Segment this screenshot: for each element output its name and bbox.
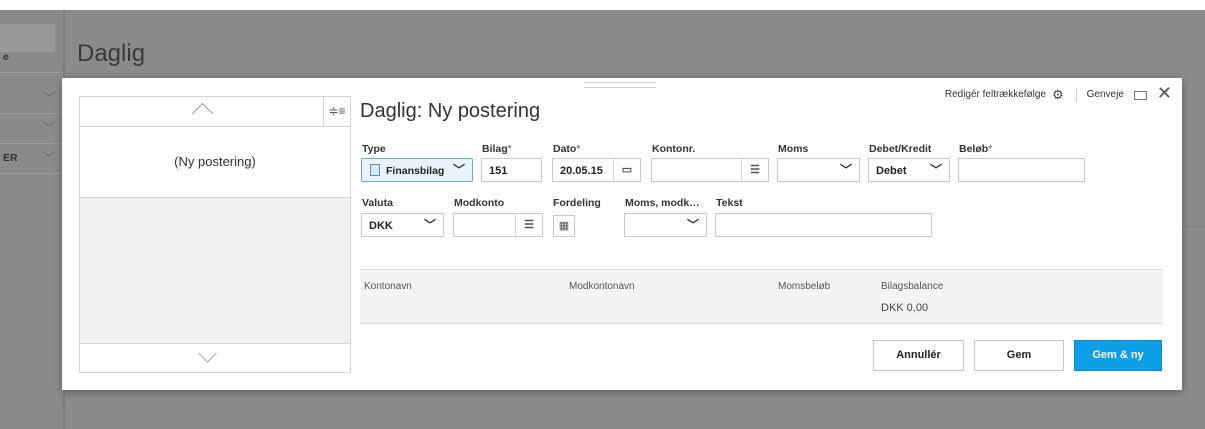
bilagsbalance-label: Bilagsbalance — [881, 281, 944, 292]
valuta-label: Valuta — [362, 197, 393, 209]
chevron-down-icon: ﹀ — [42, 121, 55, 135]
type-value: Finansbilag — [386, 165, 445, 177]
sidebar: e ﹀ ﹀ ER ﹀ — [0, 10, 63, 429]
gear-icon[interactable]: ⚙ — [1052, 87, 1064, 103]
sidebar-row[interactable]: ER ﹀ — [0, 143, 63, 174]
top-bar — [0, 0, 1205, 10]
save-button[interactable]: Gem — [974, 340, 1064, 371]
fordeling-label: Fordeling — [553, 197, 601, 209]
new-posting-dialog: Redigér feltrækkefølge ⚙ Genveje ✕ ≑≡ (N… — [62, 78, 1182, 390]
chevron-down-icon: ﹀ — [929, 163, 942, 177]
bilag-label: Bilag* — [482, 143, 512, 155]
valuta-select[interactable]: DKK ﹀ — [361, 213, 444, 237]
chevron-down-icon: ﹀ — [452, 163, 465, 177]
chevron-down-icon: ﹀ — [686, 218, 699, 232]
chevron-down-icon: ﹀ — [423, 218, 436, 232]
lookup-list-icon[interactable]: ☰ — [515, 214, 542, 236]
list-scroll-down[interactable] — [80, 343, 350, 372]
bilag-value: 151 — [489, 165, 508, 177]
bilagsbalance-value: DKK 0,00 — [881, 302, 929, 314]
debet-kredit-label: Debet/Kredit — [869, 143, 932, 155]
edit-field-order-link[interactable]: Redigér feltrækkefølge — [945, 89, 1046, 100]
page-title: Daglig — [77, 40, 146, 67]
kontonr-field[interactable]: ☰ — [651, 158, 769, 182]
moms-select[interactable]: ﹀ — [777, 158, 860, 182]
dato-value: 20.05.15 — [560, 165, 603, 177]
dato-field[interactable]: 20.05.15 ▭ — [552, 158, 641, 182]
modkonto-field[interactable]: ☰ — [453, 213, 543, 237]
lookup-list-icon[interactable]: ☰ — [741, 159, 768, 181]
list-item[interactable]: (Ny postering) — [80, 127, 350, 198]
sidebar-row[interactable]: e — [0, 42, 63, 73]
moms-modk-label: Moms, modk… — [625, 197, 700, 209]
chevron-down-icon[interactable] — [198, 344, 217, 363]
chevron-down-icon: ﹀ — [839, 163, 852, 177]
document-icon — [370, 164, 380, 176]
type-select[interactable]: Finansbilag ﹀ — [361, 158, 473, 182]
close-icon[interactable]: ✕ — [1157, 83, 1172, 104]
momsbeloeb-label: Momsbeløb — [778, 281, 831, 292]
sort-icon[interactable]: ≑≡ — [323, 97, 350, 126]
save-and-new-button[interactable]: Gem & ny — [1074, 340, 1162, 371]
summary-panel: Kontonavn Modkontonavn Momsbeløb Bilagsb… — [360, 269, 1163, 324]
moms-label: Moms — [778, 143, 809, 155]
beloeb-label: Beløb* — [959, 143, 993, 155]
moms-modk-select[interactable]: ﹀ — [624, 213, 707, 237]
beloeb-field[interactable] — [958, 158, 1085, 182]
dato-label: Dato* — [553, 143, 581, 155]
valuta-value: DKK — [369, 220, 393, 232]
keyboard-icon[interactable] — [1133, 91, 1147, 100]
tekst-field[interactable] — [715, 213, 932, 237]
dialog-title: Daglig: Ny postering — [360, 100, 541, 122]
list-scroll-up[interactable]: ≑≡ — [80, 97, 350, 127]
sidebar-row[interactable]: ﹀ — [0, 113, 63, 144]
modkontonavn-label: Modkontonavn — [569, 281, 635, 292]
debet-kredit-value: Debet — [876, 165, 907, 177]
drag-handle[interactable] — [584, 82, 656, 88]
bilag-field[interactable]: 151 — [481, 158, 542, 182]
calendar-icon[interactable]: ▭ — [613, 159, 640, 181]
debet-kredit-select[interactable]: Debet ﹀ — [868, 158, 950, 182]
chevron-up-icon[interactable] — [191, 102, 214, 125]
tekst-label: Tekst — [716, 197, 743, 209]
sidebar-row-label: e — [3, 51, 9, 63]
chevron-down-icon: ﹀ — [42, 151, 55, 165]
list-empty-area — [80, 198, 350, 343]
shortcuts-link[interactable]: Genveje — [1087, 89, 1124, 100]
kontonavn-label: Kontonavn — [364, 281, 412, 292]
sidebar-row[interactable]: ﹀ — [0, 83, 63, 114]
divider — [1075, 87, 1077, 102]
cancel-button[interactable]: Annullér — [873, 340, 964, 371]
type-label: Type — [362, 143, 386, 155]
fordeling-grid-icon[interactable]: ▦ — [553, 215, 575, 237]
postings-list: ≑≡ (Ny postering) — [79, 96, 351, 373]
kontonr-label: Kontonr. — [652, 143, 696, 155]
sidebar-row-label: ER — [3, 152, 18, 164]
dialog-toolbar: Redigér feltrækkefølge ⚙ Genveje ✕ — [945, 83, 1172, 105]
modkonto-label: Modkonto — [454, 197, 505, 209]
chevron-down-icon: ﹀ — [42, 91, 55, 105]
